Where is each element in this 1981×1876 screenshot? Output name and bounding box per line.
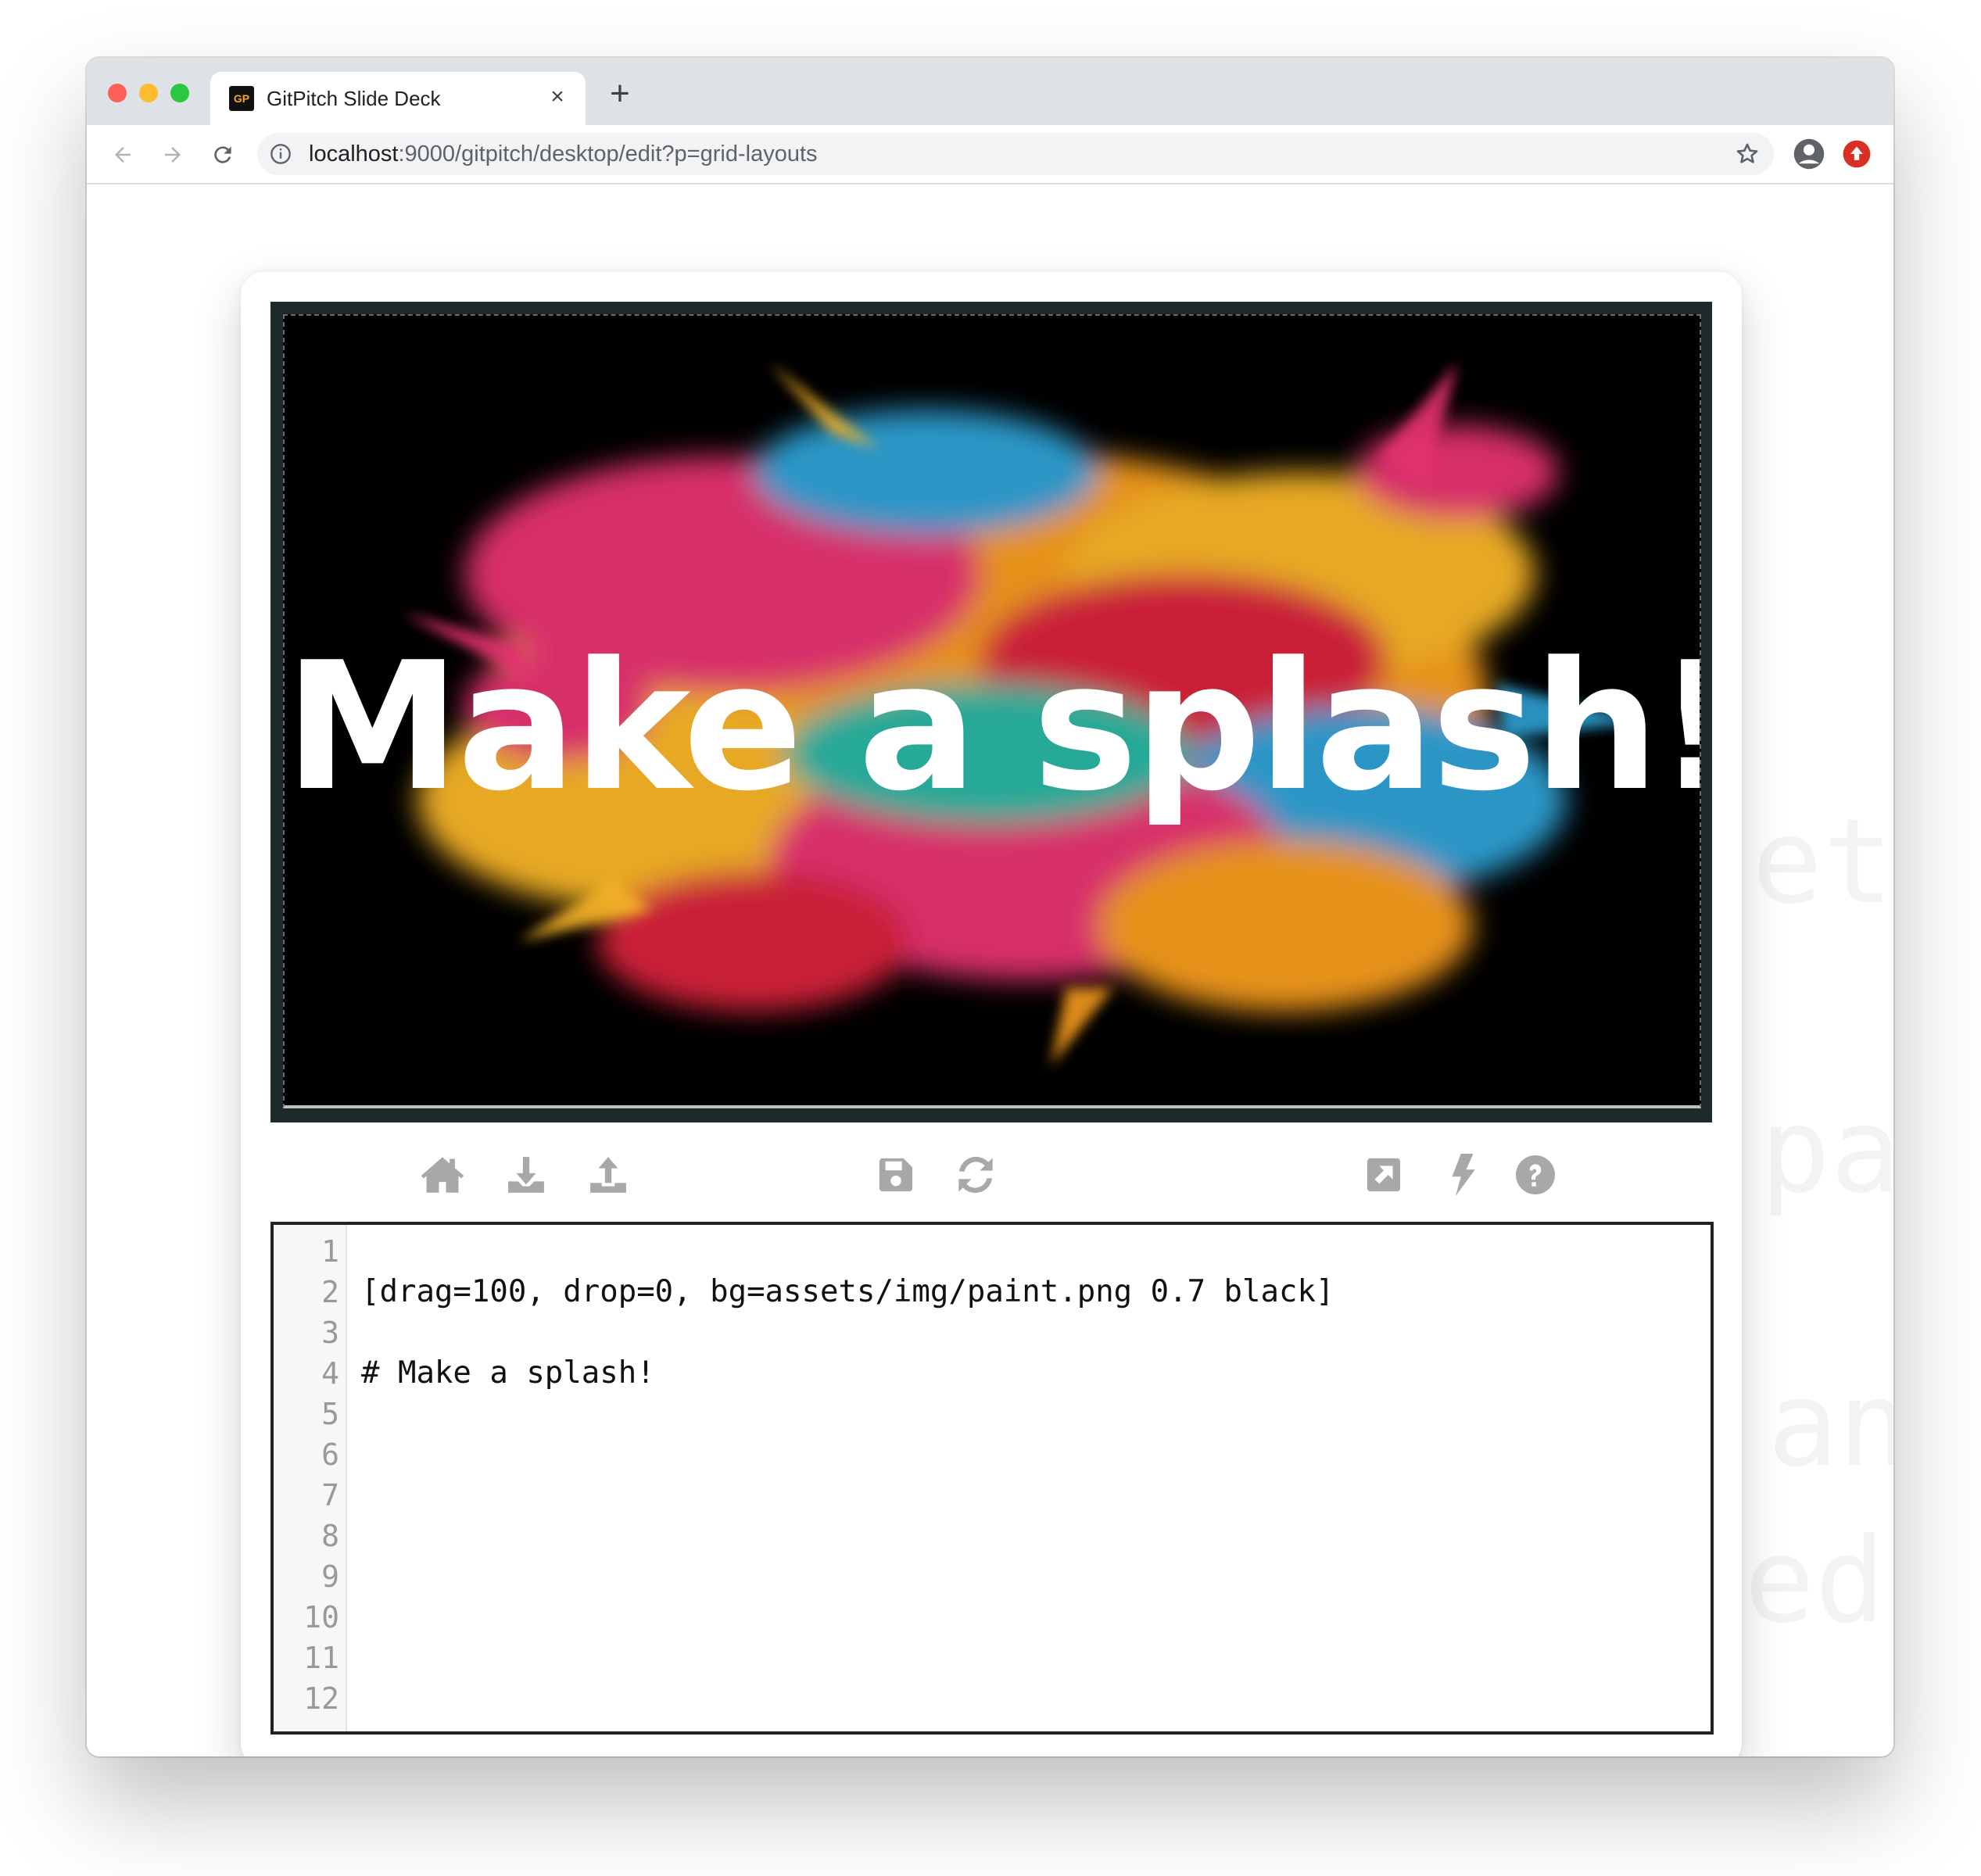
url-host: localhost xyxy=(309,141,399,166)
line-number: 1 xyxy=(321,1234,339,1269)
editor-card: Make a splash! 1 2 3 4 5 6 7 8 9 10 11 1… xyxy=(241,272,1742,1756)
slide-preview[interactable]: Make a splash! xyxy=(270,302,1712,1122)
reload-icon[interactable] xyxy=(206,138,240,172)
watermark-text: ed ( xyxy=(1744,1513,1893,1649)
url-path: :9000/gitpitch/desktop/edit?p=grid-layou… xyxy=(398,141,818,166)
help-icon[interactable] xyxy=(1514,1153,1557,1197)
slide-toolbar xyxy=(241,1144,1742,1206)
new-tab-button[interactable]: + xyxy=(603,77,637,113)
line-number: 12 xyxy=(303,1681,339,1716)
line-number: 4 xyxy=(321,1356,339,1391)
browser-window: GP GitPitch Slide Deck × + localhost:900… xyxy=(87,58,1893,1756)
update-icon[interactable] xyxy=(1842,139,1872,169)
lightning-icon[interactable] xyxy=(1441,1153,1485,1197)
line-number: 3 xyxy=(321,1316,339,1350)
maximize-window-button[interactable] xyxy=(170,84,189,102)
code-line[interactable]: [drag=100, drop=0, bg=assets/img/paint.p… xyxy=(361,1272,1334,1312)
line-number: 6 xyxy=(321,1437,339,1472)
address-bar[interactable]: localhost:9000/gitpitch/desktop/edit?p=g… xyxy=(257,133,1774,175)
refresh-icon[interactable] xyxy=(954,1153,998,1197)
bookmark-star-icon[interactable] xyxy=(1735,141,1760,166)
line-number-gutter: 1 2 3 4 5 6 7 8 9 10 11 12 xyxy=(274,1225,347,1731)
code-line[interactable]: # Make a splash! xyxy=(361,1353,655,1394)
close-window-button[interactable] xyxy=(108,84,127,102)
profile-avatar-icon[interactable] xyxy=(1793,138,1825,170)
url-text[interactable]: localhost:9000/gitpitch/desktop/edit?p=g… xyxy=(309,141,818,167)
back-icon[interactable] xyxy=(106,138,140,172)
site-info-icon[interactable] xyxy=(270,143,292,165)
slide-canvas: Make a splash! xyxy=(283,314,1701,1108)
favicon-icon: GP xyxy=(229,86,254,111)
download-icon[interactable] xyxy=(504,1153,548,1197)
line-number: 11 xyxy=(303,1641,339,1675)
line-number: 8 xyxy=(321,1519,339,1553)
line-number: 5 xyxy=(321,1397,339,1431)
watermark-text: an xyxy=(1768,1357,1893,1493)
slide-heading: Make a splash! xyxy=(285,625,1701,830)
watermark-text: pa xyxy=(1760,1083,1893,1219)
watermark-text: et xyxy=(1752,794,1893,930)
forward-icon[interactable] xyxy=(156,138,190,172)
save-icon[interactable] xyxy=(874,1153,918,1197)
line-number: 9 xyxy=(321,1559,339,1594)
home-icon[interactable] xyxy=(421,1153,464,1197)
line-number: 10 xyxy=(303,1600,339,1634)
minimize-window-button[interactable] xyxy=(139,84,158,102)
external-link-icon[interactable] xyxy=(1362,1153,1406,1197)
upload-icon[interactable] xyxy=(586,1153,630,1197)
browser-toolbar: localhost:9000/gitpitch/desktop/edit?p=g… xyxy=(87,125,1893,184)
tab-close-icon[interactable]: × xyxy=(543,83,571,111)
markdown-editor[interactable]: 1 2 3 4 5 6 7 8 9 10 11 12 [drag=100, dr… xyxy=(270,1222,1714,1735)
page-content: et pa an ed ( xyxy=(87,184,1893,1756)
tab-strip: GP GitPitch Slide Deck × + xyxy=(87,58,1893,125)
tab-title: GitPitch Slide Deck xyxy=(267,87,441,110)
line-number: 7 xyxy=(321,1478,339,1513)
line-number: 2 xyxy=(321,1275,339,1309)
browser-tab[interactable]: GP GitPitch Slide Deck × xyxy=(210,72,586,125)
